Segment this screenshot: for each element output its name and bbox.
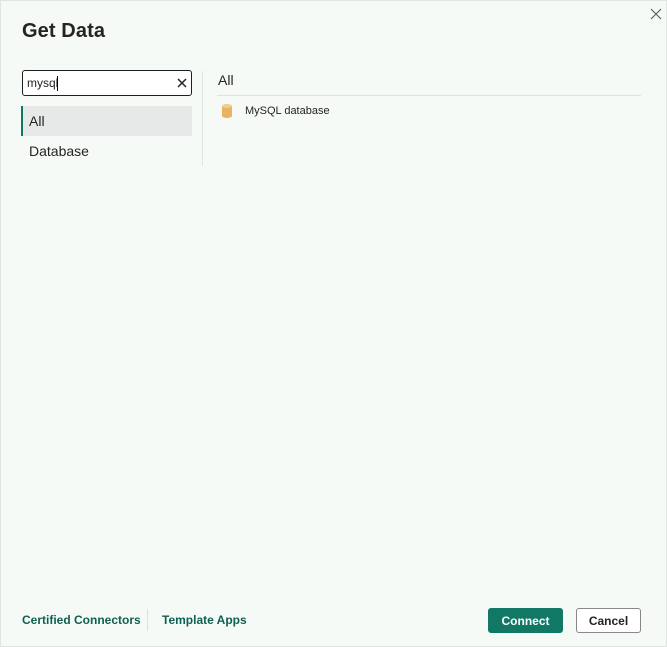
results-header-divider	[217, 95, 641, 96]
clear-search-button[interactable]	[174, 75, 190, 91]
category-item-label: Database	[29, 143, 89, 159]
category-item-database[interactable]: Database	[21, 136, 192, 166]
result-item-label: MySQL database	[245, 105, 330, 117]
template-apps-link[interactable]: Template Apps	[162, 613, 247, 627]
close-icon	[650, 8, 662, 20]
category-list: All Database	[21, 106, 192, 166]
certified-connectors-link[interactable]: Certified Connectors	[22, 613, 141, 627]
result-item-mysql-database[interactable]: MySQL database	[218, 101, 336, 121]
category-item-all[interactable]: All	[21, 106, 192, 136]
close-button[interactable]	[645, 3, 667, 25]
clear-icon	[177, 78, 187, 88]
cancel-button[interactable]: Cancel	[576, 608, 641, 633]
dialog-title: Get Data	[22, 20, 106, 42]
footer-divider	[147, 609, 148, 631]
search-input[interactable]	[27, 74, 167, 92]
search-box[interactable]	[22, 70, 192, 96]
results-header: All	[218, 72, 234, 88]
get-data-dialog: Get Data All Database All MySQL database	[0, 0, 667, 647]
category-item-label: All	[29, 113, 45, 129]
database-icon	[221, 102, 235, 120]
connect-button[interactable]: Connect	[488, 608, 563, 633]
panel-divider	[202, 71, 203, 166]
text-caret	[57, 76, 58, 91]
